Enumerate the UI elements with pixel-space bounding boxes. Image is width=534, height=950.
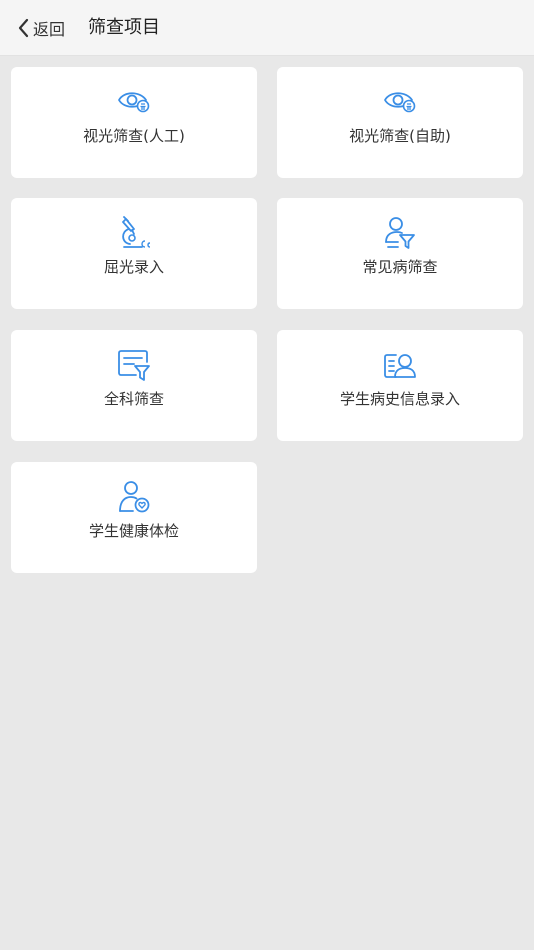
id-card-icon [382,347,418,383]
menu-card-label: 全科筛查 [103,390,164,408]
menu-card-label: 视光筛查(人工) [83,127,185,145]
menu-card-label: 视光筛查(自助) [349,127,451,145]
menu-card-medical-history[interactable]: 学生病史信息录入 [277,330,523,441]
document-filter-icon [116,347,152,383]
microscope-icon [116,215,152,251]
top-bar: 返回 筛查项目 [0,0,534,56]
person-filter-icon [382,215,418,251]
eye-icon [382,84,418,120]
menu-card-label: 学生病史信息录入 [339,390,460,408]
menu-card-refraction[interactable]: 屈光录入 [11,198,257,309]
menu-card-general[interactable]: 全科筛查 [11,330,257,441]
person-heart-icon [116,479,152,515]
page-title: 筛查项目 [88,17,160,38]
chevron-left-icon [18,18,29,38]
menu-card-vision-manual[interactable]: 视光筛查(人工) [11,67,257,178]
menu-card-label: 学生健康体检 [88,522,179,540]
menu-card-label: 常见病筛查 [362,258,438,276]
back-label: 返回 [33,20,66,39]
back-button[interactable]: 返回 [16,14,65,42]
menu-card-health-exam[interactable]: 学生健康体检 [11,462,257,573]
menu-card-label: 屈光录入 [103,258,164,276]
menu-card-vision-self[interactable]: 视光筛查(自助) [277,67,523,178]
menu-card-common-disease[interactable]: 常见病筛查 [277,198,523,309]
eye-icon [116,84,152,120]
